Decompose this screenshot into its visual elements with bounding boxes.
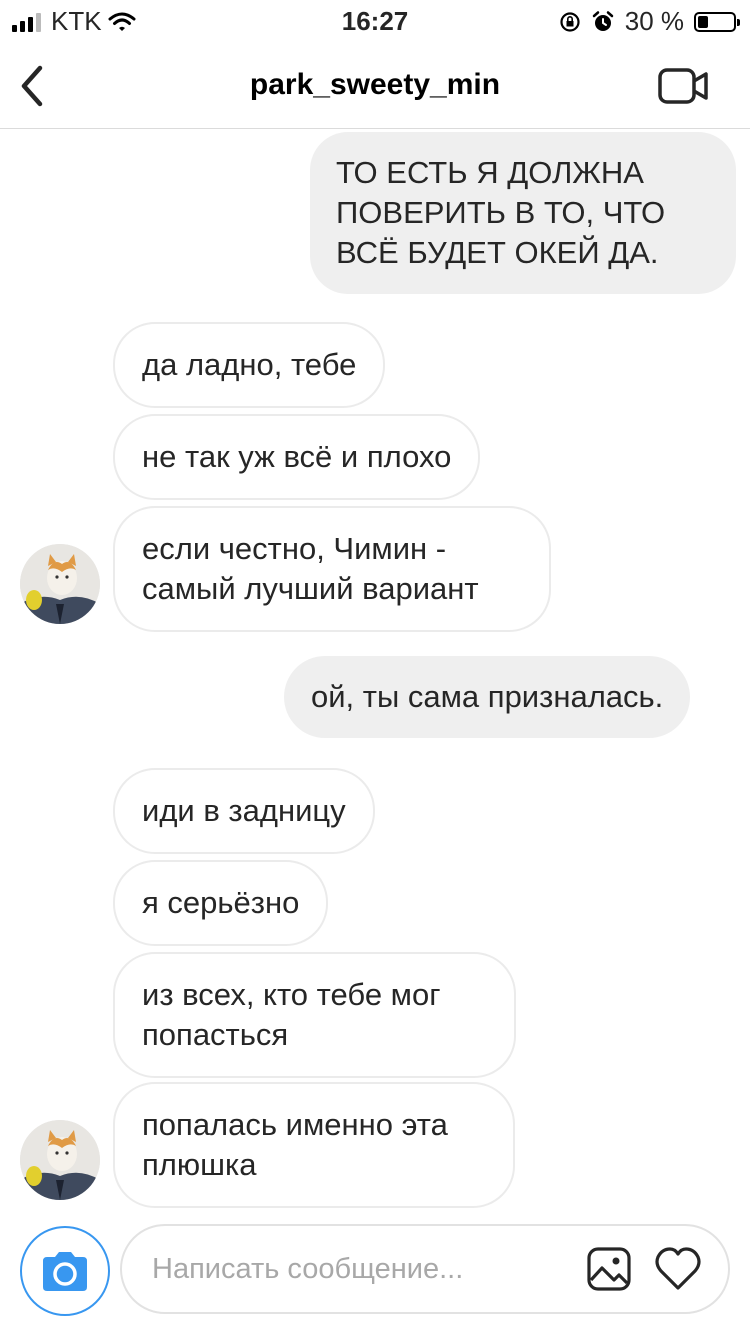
- message-incoming[interactable]: если честно, Чимин - самый лучший вариан…: [113, 506, 551, 632]
- status-bar: KTK 16:27 30 %: [0, 0, 750, 44]
- message-incoming[interactable]: я серьёзно: [113, 860, 329, 946]
- gallery-icon[interactable]: [586, 1246, 632, 1292]
- message-incoming[interactable]: да ладно, тебе: [113, 322, 386, 408]
- message-outgoing[interactable]: ТО ЕСТЬ Я ДОЛЖНА ПОВЕРИТЬ В ТО, ЧТО ВСЁ …: [310, 132, 736, 294]
- message-incoming[interactable]: иди в задницу: [113, 768, 375, 854]
- orientation-lock-icon: [560, 11, 580, 32]
- video-camera-icon[interactable]: [658, 66, 710, 106]
- battery-icon: [694, 11, 740, 32]
- message-composer: [0, 1210, 750, 1334]
- heart-icon[interactable]: [654, 1246, 702, 1292]
- camera-button[interactable]: [20, 1226, 110, 1316]
- battery-percent: 30 %: [624, 6, 684, 36]
- avatar-image: [20, 544, 100, 624]
- message-input[interactable]: [152, 1244, 572, 1294]
- avatar[interactable]: [20, 1120, 100, 1200]
- chat-header: park_sweety_min: [0, 44, 750, 129]
- message-incoming[interactable]: не так уж всё и плохо: [113, 414, 481, 500]
- chat-title[interactable]: park_sweety_min: [0, 68, 750, 102]
- camera-icon: [43, 1252, 87, 1291]
- message-input-container: [120, 1224, 730, 1314]
- avatar-image: [20, 1120, 100, 1200]
- avatar[interactable]: [20, 544, 100, 624]
- alarm-icon: [592, 10, 613, 31]
- message-outgoing[interactable]: ой, ты сама призналась.: [284, 656, 691, 738]
- message-incoming[interactable]: попалась именно эта плюшка: [113, 1082, 515, 1208]
- message-incoming[interactable]: из всех, кто тебе мог попасться: [113, 952, 516, 1078]
- battery-level: [698, 15, 709, 28]
